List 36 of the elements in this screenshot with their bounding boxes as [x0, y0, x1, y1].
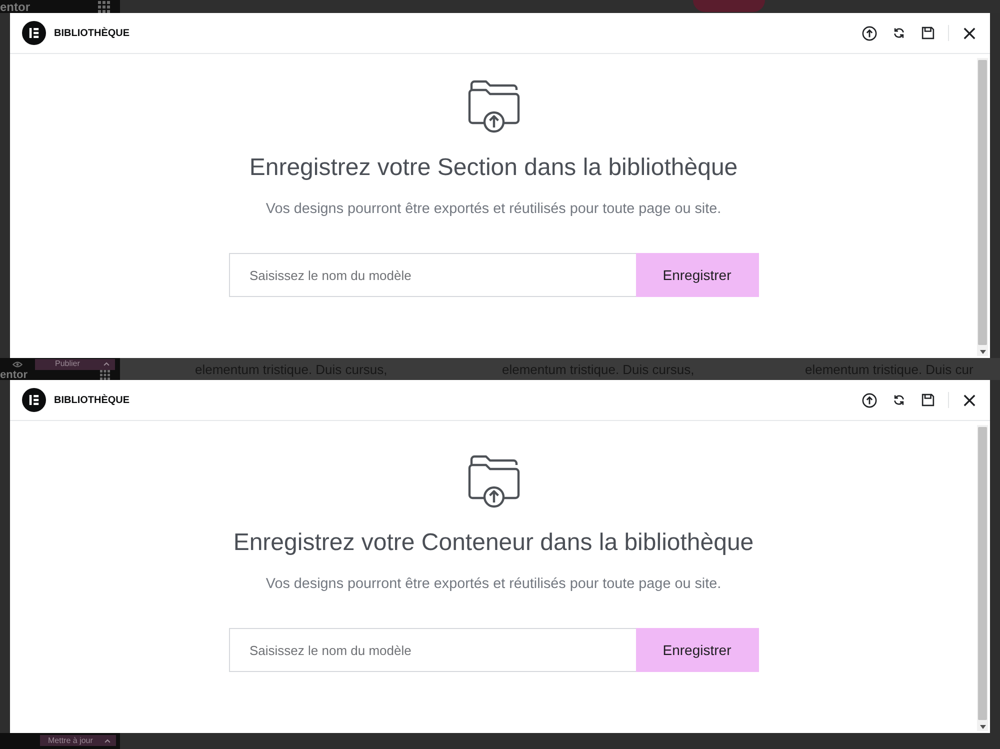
folder-upload-icon	[466, 454, 520, 508]
caret-icon	[104, 738, 111, 742]
save-button[interactable]: Enregistrer	[636, 253, 758, 297]
scroll-down-arrow-icon[interactable]	[980, 725, 986, 729]
template-name-field[interactable]: Saisissez le nom du modèle	[228, 628, 636, 672]
pill-shape	[693, 0, 765, 12]
upload-icon	[862, 392, 877, 408]
dialog-description: Vos designs pourront être exportés et réutilisés pour toute page ou site.	[266, 200, 722, 218]
logo-icon	[22, 21, 46, 45]
scrollbar[interactable]	[977, 425, 988, 731]
upload-icon	[862, 26, 877, 40]
publish-button[interactable]: Publier	[35, 358, 115, 370]
template-name-field[interactable]: Saisissez le nom du modèle	[228, 253, 636, 297]
caret-icon	[103, 362, 110, 366]
close-icon	[962, 26, 976, 40]
grid-icon	[98, 1, 110, 13]
dialog-title: BIBLIOTHÈQUE	[54, 28, 130, 38]
scrollbar-thumb[interactable]	[978, 60, 987, 345]
scrollbar[interactable]	[977, 58, 988, 356]
scroll-down-arrow-icon[interactable]	[980, 350, 986, 354]
logo-text: entor	[0, 370, 28, 380]
grid-icon	[100, 370, 110, 380]
sync-icon	[892, 393, 906, 407]
dialog-heading: Enregistrez votre Conteneur dans la bibliothèque	[233, 529, 754, 557]
sync-icon	[892, 26, 906, 40]
eye-icon	[12, 360, 23, 368]
close-icon	[962, 394, 976, 406]
scrollbar-thumb[interactable]	[978, 427, 987, 720]
folder-upload-icon	[466, 79, 520, 133]
dialog-heading: Enregistrez votre Section dans la bibliothèque	[249, 154, 738, 182]
save-button[interactable]: Enregistrer	[636, 628, 758, 672]
update-button[interactable]: Mettre à jour	[40, 735, 116, 746]
logo-icon	[22, 388, 46, 412]
dialog-title: BIBLIOTHÈQUE	[54, 394, 130, 406]
dialog-description: Vos designs pourront être exportés et réutilisés pour toute page ou site.	[266, 575, 722, 593]
logo-text: entor	[0, 1, 30, 13]
